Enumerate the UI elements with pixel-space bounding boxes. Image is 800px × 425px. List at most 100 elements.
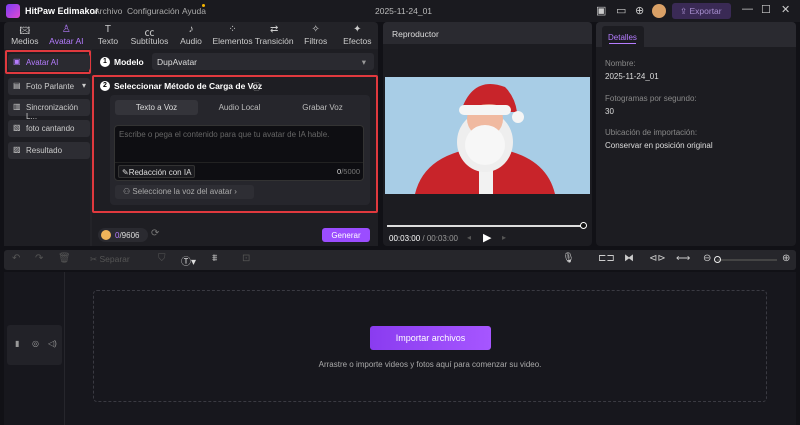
minimize-icon[interactable]: — [742, 3, 753, 15]
cc-icon: ㏄ [144, 28, 155, 39]
snap-icon[interactable]: ⧓ [624, 253, 634, 264]
tab-audio-local[interactable]: Audio Local [198, 100, 281, 115]
caret-down-icon: ▾ [81, 81, 86, 90]
select-voice-label: Seleccione la voz del avatar [132, 187, 233, 196]
image-icon: ▧ [13, 123, 21, 132]
tab-transicion[interactable]: ⇄ Transición [253, 22, 295, 48]
next-frame-icon[interactable]: ▸ [502, 233, 506, 242]
select-voice-button[interactable]: ⚇ Seleccione la voz del avatar › [115, 185, 254, 199]
tab-texto-a-voz[interactable]: Texto a Voz [115, 100, 198, 115]
feedback-icon[interactable]: ▭ [616, 4, 626, 17]
crop-icon[interactable]: ⊡ [242, 253, 250, 264]
tab-label: Texto [97, 36, 119, 46]
step-badge: 1 [100, 57, 110, 67]
tab-avatar-ai[interactable]: ♙ Avatar AI [46, 22, 88, 48]
sidebar-item-foto-cantando[interactable]: ▧ foto cantando [8, 120, 90, 137]
sidebar-item-avatar-ai[interactable]: ▣ Avatar AI [8, 54, 90, 71]
import-files-button[interactable]: Importar archivos [370, 326, 491, 350]
video-preview [385, 77, 590, 194]
script-textarea[interactable]: Escribe o pega el contenido para que tu … [114, 125, 364, 181]
progress-track[interactable] [387, 225, 584, 227]
avatar-icon: ▣ [13, 57, 21, 66]
tab-label: Subtítulos [130, 36, 169, 46]
chevron-down-icon: ▾ [361, 57, 366, 67]
char-max: /5000 [341, 167, 360, 176]
ai-writing-label: Redacción con IA [128, 168, 192, 177]
tab-elementos[interactable]: ⁘ Elementos [212, 22, 254, 48]
app-title: HitPaw Edimakor [25, 6, 99, 16]
export-button[interactable]: ⇪ Exportar [672, 3, 731, 19]
sidebar: ▣ Avatar AI ▤ Foto Parlante ▾ ▥ Sincronizaci… [4, 49, 91, 246]
sidebar-item-resultado[interactable]: ▨ Resultado [8, 142, 90, 159]
avatar[interactable] [652, 4, 666, 18]
elements-icon: ⁘ [228, 24, 237, 35]
split-button[interactable]: ✂ Separar [90, 254, 130, 265]
tab-medios[interactable]: 🖾 Medios [4, 22, 46, 48]
text-tool-icon[interactable]: Ⓣ▾ [181, 253, 196, 268]
fit-icon[interactable]: ⟷ [676, 253, 690, 264]
zoom-in-icon[interactable]: ⊕ [782, 253, 790, 264]
menu-ayuda[interactable]: Ayuda [182, 6, 206, 16]
layout-icon[interactable]: ▣ [596, 4, 606, 17]
tab-detalles[interactable]: Detalles [602, 26, 644, 47]
tab-efectos[interactable]: ✦ Efectos [337, 22, 379, 48]
sidebar-item-label: Sincronización L... [26, 103, 79, 121]
redo-icon[interactable]: ↷ [35, 253, 43, 264]
sidebar-item-label: Resultado [26, 146, 63, 155]
field-value: Conservar en posición original [605, 141, 713, 150]
progress-handle[interactable] [580, 222, 587, 229]
zoom-slider-handle[interactable] [714, 256, 721, 263]
timeline-toolbar: ↶ ↷ 🗑 ✂ Separar ⛉ Ⓣ▾ ⩩ ⊡ 🎙 ⊏⊐ ⧓ ⊲⊳ ⟷ ⊖ ⊕ [4, 250, 796, 270]
ai-writing-button[interactable]: ✎Redacción con IA [118, 165, 196, 178]
step-badge: 2 [100, 81, 110, 91]
tab-label: Medios [11, 36, 39, 46]
zoom-out-icon[interactable]: ⊖ [703, 253, 711, 264]
delete-icon[interactable]: 🗑 [58, 253, 71, 264]
field-label: Nombre: [605, 59, 636, 68]
visibility-icon[interactable]: ◎ [32, 339, 39, 348]
field-label: Ubicación de importación: [605, 128, 698, 137]
divider [64, 272, 65, 425]
model-label: Modelo [114, 57, 144, 67]
tab-audio[interactable]: ♪ Audio [170, 22, 212, 48]
export-label: Exportar [689, 6, 722, 16]
tab-label: Avatar AI [49, 36, 84, 46]
maximize-icon[interactable]: ☐ [761, 3, 771, 16]
sidebar-item-foto-parlante[interactable]: ▤ Foto Parlante ▾ [8, 78, 90, 95]
voice-method-title: Seleccionar Método de Carga de Voz [114, 81, 263, 91]
tab-label: Transición [254, 36, 294, 46]
credits-pill: 0/9606 [98, 228, 148, 242]
zoom-slider[interactable] [717, 259, 777, 261]
close-icon[interactable]: ✕ [781, 3, 790, 16]
audio-icon[interactable]: ◁) [48, 339, 57, 348]
field-value: 30 [605, 107, 614, 116]
tab-texto[interactable]: T Texto [87, 22, 129, 48]
sidebar-item-sincronizacion[interactable]: ▥ Sincronización L... [8, 99, 90, 121]
time-total: / 00:03:00 [422, 234, 458, 243]
mask-icon[interactable]: ⛉ [158, 253, 166, 264]
menu-configuracion[interactable]: Configuración [127, 6, 179, 16]
divider [115, 162, 363, 163]
model-select[interactable]: DupAvatar ▾ [152, 53, 374, 70]
split-track-icon[interactable]: ⊲⊳ [649, 253, 666, 264]
generate-button[interactable]: Generar [322, 228, 370, 242]
play-icon[interactable]: ▶ [483, 231, 491, 244]
mic-icon[interactable]: 🎙 [562, 253, 575, 264]
tab-filtros[interactable]: ✧ Filtros [295, 22, 337, 48]
tab-grabar-voz[interactable]: Grabar Voz [281, 100, 364, 115]
image-icon: 🖾 [19, 26, 31, 37]
download-icon[interactable]: ⊕ [635, 4, 644, 17]
info-icon[interactable]: ⓘ [252, 80, 261, 93]
details-panel: Detalles Nombre: 2025-11-24_01 Fotograma… [596, 22, 796, 246]
undo-icon[interactable]: ↶ [12, 253, 20, 264]
track-icon[interactable]: ▮ [15, 339, 19, 348]
tab-subtitulos[interactable]: ㏄ Subtítulos [129, 22, 171, 48]
main-tabs: 🖾 Medios ♙ Avatar AI T Texto ㏄ Subtítulos ♪ A… [4, 22, 378, 48]
link-icon[interactable]: ⊏⊐ [598, 253, 615, 264]
transition-icon: ⇄ [269, 24, 279, 35]
player-title: Reproductor [383, 22, 592, 44]
menu-archivo[interactable]: Archivo [94, 6, 122, 16]
prev-frame-icon[interactable]: ◂ [467, 233, 471, 242]
refresh-icon[interactable]: ⟳ [151, 228, 159, 239]
ripple-icon[interactable]: ⩩ [212, 253, 217, 264]
